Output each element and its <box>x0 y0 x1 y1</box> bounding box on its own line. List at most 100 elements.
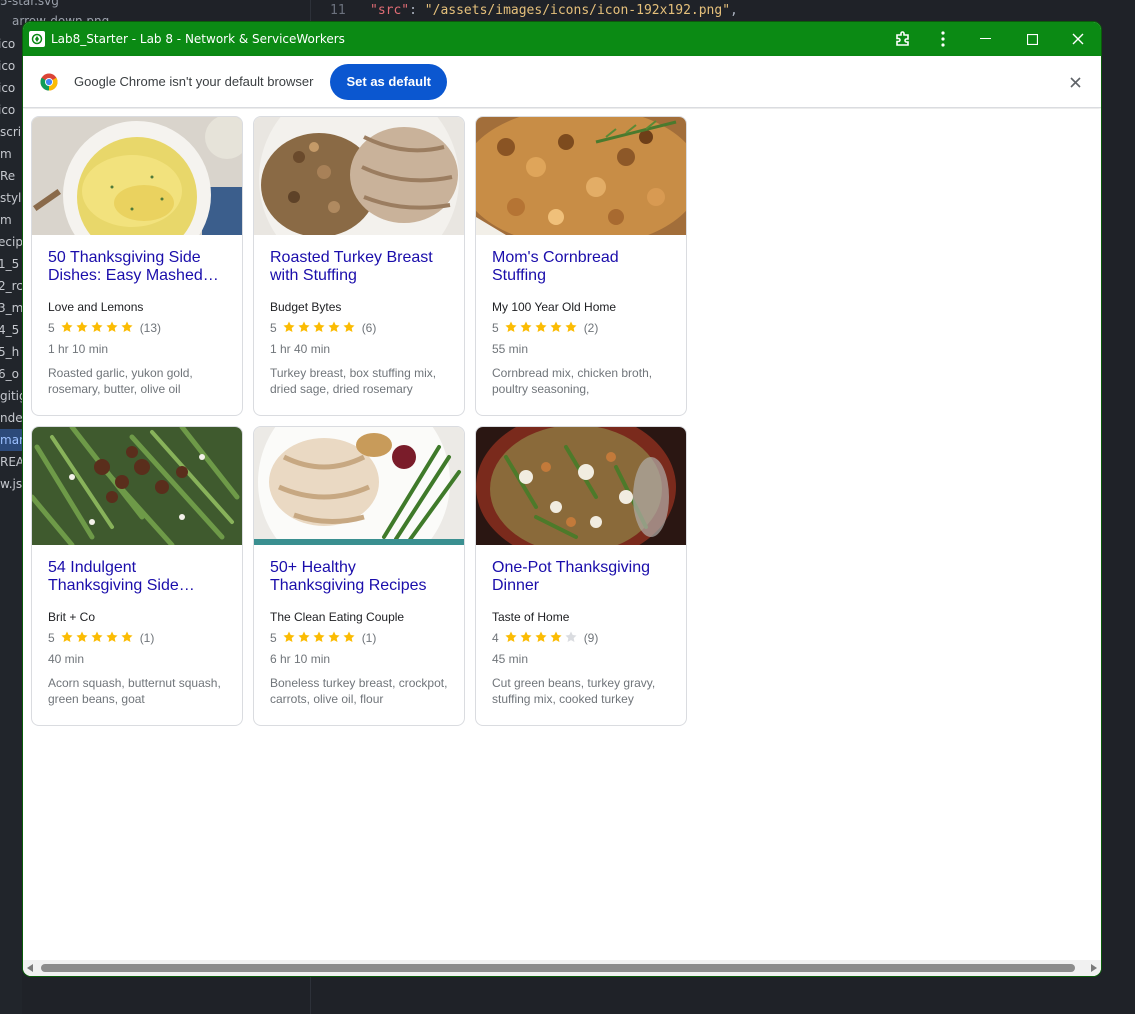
rating-stars <box>504 630 578 647</box>
star-icon <box>297 320 311 337</box>
recipe-title-link[interactable]: One-Pot Thanksgiving Dinner <box>492 559 670 595</box>
rating-count: (13) <box>139 321 162 335</box>
recipe-image[interactable] <box>32 427 242 545</box>
recipe-ingredients: Cornbread mix, chicken broth, poultry se… <box>492 366 653 396</box>
explorer-file[interactable]: 3_m <box>0 297 22 319</box>
horizontal-scrollbar[interactable] <box>23 960 1101 976</box>
explorer-file[interactable]: 6_o <box>0 363 19 385</box>
explorer-file[interactable]: ico <box>0 55 15 77</box>
recipe-image[interactable] <box>476 427 686 545</box>
explorer-file[interactable]: 5-star.svg <box>0 0 59 8</box>
recipe-source: Brit + Co <box>48 610 96 624</box>
star-icon <box>282 630 296 647</box>
explorer-file[interactable]: Re <box>0 165 15 187</box>
recipe-title-link[interactable]: 54 Indulgent Thanksgiving Side Dishes <box>48 559 226 595</box>
explorer-file[interactable]: ico <box>0 99 15 121</box>
recipe-grid: 50 Thanksgiving Side Dishes: Easy Mashed… <box>31 116 687 726</box>
rating-count: (2) <box>583 321 599 335</box>
explorer-file[interactable]: mani <box>0 429 22 451</box>
recipe-image[interactable] <box>254 427 464 545</box>
close-window-button[interactable] <box>1055 22 1101 56</box>
recipe-ingredients: Cut green beans, turkey gravy, stuffing … <box>492 676 656 706</box>
rating-value: 5 <box>48 321 55 335</box>
star-icon <box>297 630 311 647</box>
star-icon <box>60 320 74 337</box>
explorer-file[interactable]: 1_5 <box>0 253 19 275</box>
set-as-default-button[interactable]: Set as default <box>330 63 448 100</box>
rating-stars <box>282 320 356 337</box>
more-options-icon[interactable] <box>923 22 963 56</box>
code-colon: : <box>409 3 425 18</box>
rating-value: 5 <box>492 321 499 335</box>
recipe-source: Budget Bytes <box>270 300 342 314</box>
recipe-title-link[interactable]: Mom's Cornbread Stuffing <box>492 249 670 285</box>
recipe-card[interactable]: One-Pot Thanksgiving Dinner Taste of Hom… <box>475 426 687 726</box>
close-infobar-icon[interactable] <box>1065 72 1085 92</box>
star-icon <box>342 630 356 647</box>
explorer-file[interactable]: styl <box>0 187 21 209</box>
star-icon <box>504 320 518 337</box>
infobar-message: Google Chrome isn't your default browser <box>74 74 314 89</box>
extensions-icon[interactable] <box>883 22 923 56</box>
recipe-card[interactable]: Mom's Cornbread Stuffing My 100 Year Old… <box>475 116 687 416</box>
recipe-image[interactable] <box>32 117 242 235</box>
star-icon <box>312 630 326 647</box>
browser-window: Lab8_Starter - Lab 8 - Network & Service… <box>23 22 1101 976</box>
minimize-button[interactable] <box>963 22 1009 56</box>
star-icon <box>327 320 341 337</box>
recipe-title-link[interactable]: 50 Thanksgiving Side Dishes: Easy Mashed… <box>48 249 226 285</box>
star-icon <box>105 630 119 647</box>
title-bar: Lab8_Starter - Lab 8 - Network & Service… <box>23 22 1101 56</box>
scrollbar-thumb[interactable] <box>41 964 1075 972</box>
scroll-left-icon[interactable] <box>27 964 33 972</box>
chrome-logo-icon <box>40 73 58 91</box>
explorer-file[interactable]: ecip <box>0 231 22 253</box>
maximize-button[interactable] <box>1009 22 1055 56</box>
recipe-card[interactable]: 54 Indulgent Thanksgiving Side Dishes Br… <box>31 426 243 726</box>
explorer-file[interactable]: gitig <box>0 385 22 407</box>
recipe-title-link[interactable]: 50+ Healthy Thanksgiving Recipes <box>270 559 448 595</box>
explorer-file[interactable]: ndex <box>0 407 22 429</box>
explorer-file[interactable]: ico <box>0 77 15 99</box>
star-icon <box>105 320 119 337</box>
explorer-file[interactable]: 2_rc <box>0 275 22 297</box>
rating-count: (1) <box>361 631 377 645</box>
recipe-card[interactable]: 50 Thanksgiving Side Dishes: Easy Mashed… <box>31 116 243 416</box>
recipe-image[interactable] <box>254 117 464 235</box>
rating-stars <box>282 630 356 647</box>
rating-stars <box>504 320 578 337</box>
explorer-file[interactable]: m <box>0 209 12 231</box>
explorer-file[interactable]: 4_5 <box>0 319 19 341</box>
star-icon <box>564 630 578 647</box>
recipe-ingredients: Roasted garlic, yukon gold, rosemary, bu… <box>48 366 193 396</box>
code-line: 11 "src": "/assets/images/icons/icon-192x… <box>330 3 738 23</box>
rating-count: (9) <box>583 631 599 645</box>
recipe-rating: 5 (6) <box>270 320 448 336</box>
star-icon <box>75 630 89 647</box>
scroll-right-icon[interactable] <box>1091 964 1097 972</box>
explorer-file[interactable]: scri <box>0 121 21 143</box>
default-browser-infobar: Google Chrome isn't your default browser… <box>23 56 1101 108</box>
recipe-time: 1 hr 40 min <box>270 342 331 356</box>
star-icon <box>90 320 104 337</box>
recipe-rating: 5 (2) <box>492 320 670 336</box>
recipe-image[interactable] <box>476 117 686 235</box>
recipe-time: 6 hr 10 min <box>270 652 331 666</box>
star-icon <box>120 320 134 337</box>
explorer-file[interactable]: w.js <box>0 473 22 495</box>
file-explorer: icoicoicoicoscrimRestylmecip1_52_rc3_m4_… <box>0 0 22 1014</box>
recipe-card[interactable]: 50+ Healthy Thanksgiving Recipes The Cle… <box>253 426 465 726</box>
recipe-source: My 100 Year Old Home <box>492 300 617 314</box>
explorer-file[interactable]: ico <box>0 33 15 55</box>
star-icon <box>90 630 104 647</box>
star-icon <box>519 630 533 647</box>
explorer-file[interactable]: READ <box>0 451 22 473</box>
recipe-source: The Clean Eating Couple <box>270 610 405 624</box>
recipe-title-link[interactable]: Roasted Turkey Breast with Stuffing <box>270 249 448 285</box>
star-icon <box>549 320 563 337</box>
explorer-file[interactable]: 5_h <box>0 341 19 363</box>
rating-stars <box>60 630 134 647</box>
recipe-card[interactable]: Roasted Turkey Breast with Stuffing Budg… <box>253 116 465 416</box>
star-icon <box>327 630 341 647</box>
explorer-file[interactable]: m <box>0 143 12 165</box>
